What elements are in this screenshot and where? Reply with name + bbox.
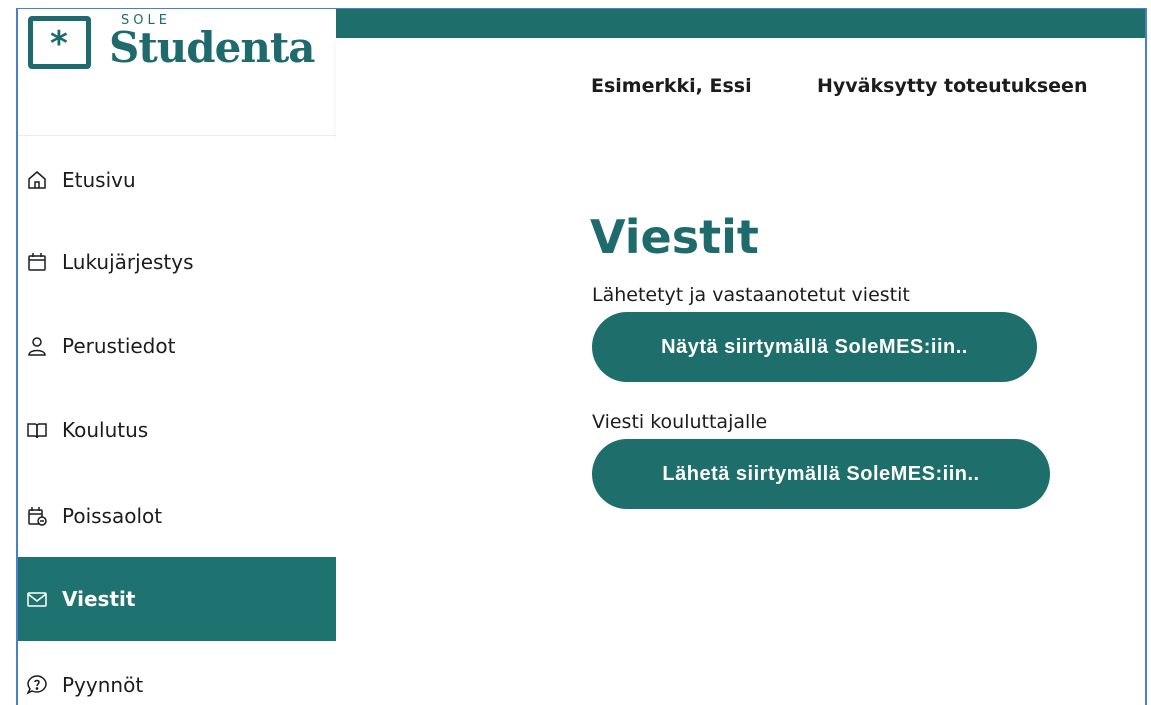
book-icon [26, 419, 48, 441]
envelope-icon [26, 588, 48, 610]
sidebar-item-label: Lukujärjestys [62, 250, 194, 274]
sidebar-item-poissaolot[interactable]: Poissaolot [18, 474, 336, 558]
sidebar-item-koulutus[interactable]: Koulutus [18, 388, 336, 472]
page-title: Viestit [590, 210, 759, 264]
sent-received-label: Lähetetyt ja vastaanotetut viestit [592, 284, 910, 306]
show-messages-button[interactable]: Näytä siirtymällä SoleMES:iin.. [592, 312, 1037, 382]
sidebar-item-perustiedot[interactable]: Perustiedot [18, 304, 336, 388]
topbar-accent-strip [336, 9, 1145, 38]
sidebar-item-label: Viestit [62, 587, 136, 611]
sidebar-item-viestit[interactable]: Viestit [18, 557, 336, 641]
sidebar-item-label: Perustiedot [62, 334, 176, 358]
person-icon [26, 335, 48, 357]
calendar-icon [26, 251, 48, 273]
message-trainer-label: Viesti kouluttajalle [592, 411, 768, 433]
user-status: Hyväksytty toteutukseen [817, 75, 1088, 97]
main-content: Viestit Lähetetyt ja vastaanotetut viest… [336, 136, 1145, 705]
sidebar-item-label: Poissaolot [62, 504, 163, 528]
logo-brand-name: Studenta [109, 23, 316, 72]
sidebar-item-label: Pyynnöt [62, 673, 144, 697]
question-bubble-icon [26, 674, 48, 696]
sidebar: * SOLE Studenta Etusivu Lukujärjestys Pe… [18, 9, 336, 705]
topbar: Esimerkki, Essi Hyväksytty toteutukseen [336, 38, 1145, 136]
sidebar-item-pyynnot[interactable]: Pyynnöt [18, 643, 336, 705]
sidebar-item-label: Koulutus [62, 418, 149, 442]
send-message-button[interactable]: Lähetä siirtymällä SoleMES:iin.. [592, 439, 1050, 509]
calendar-absence-icon [26, 505, 48, 527]
logo[interactable]: * SOLE Studenta [18, 9, 336, 136]
logo-icon: * [28, 16, 91, 69]
user-name[interactable]: Esimerkki, Essi [591, 75, 752, 97]
sidebar-item-etusivu[interactable]: Etusivu [18, 138, 336, 222]
sidebar-item-label: Etusivu [62, 168, 136, 192]
home-icon [26, 169, 48, 191]
app-window: * SOLE Studenta Etusivu Lukujärjestys Pe… [16, 8, 1147, 705]
sidebar-item-lukujarjestys[interactable]: Lukujärjestys [18, 220, 336, 304]
